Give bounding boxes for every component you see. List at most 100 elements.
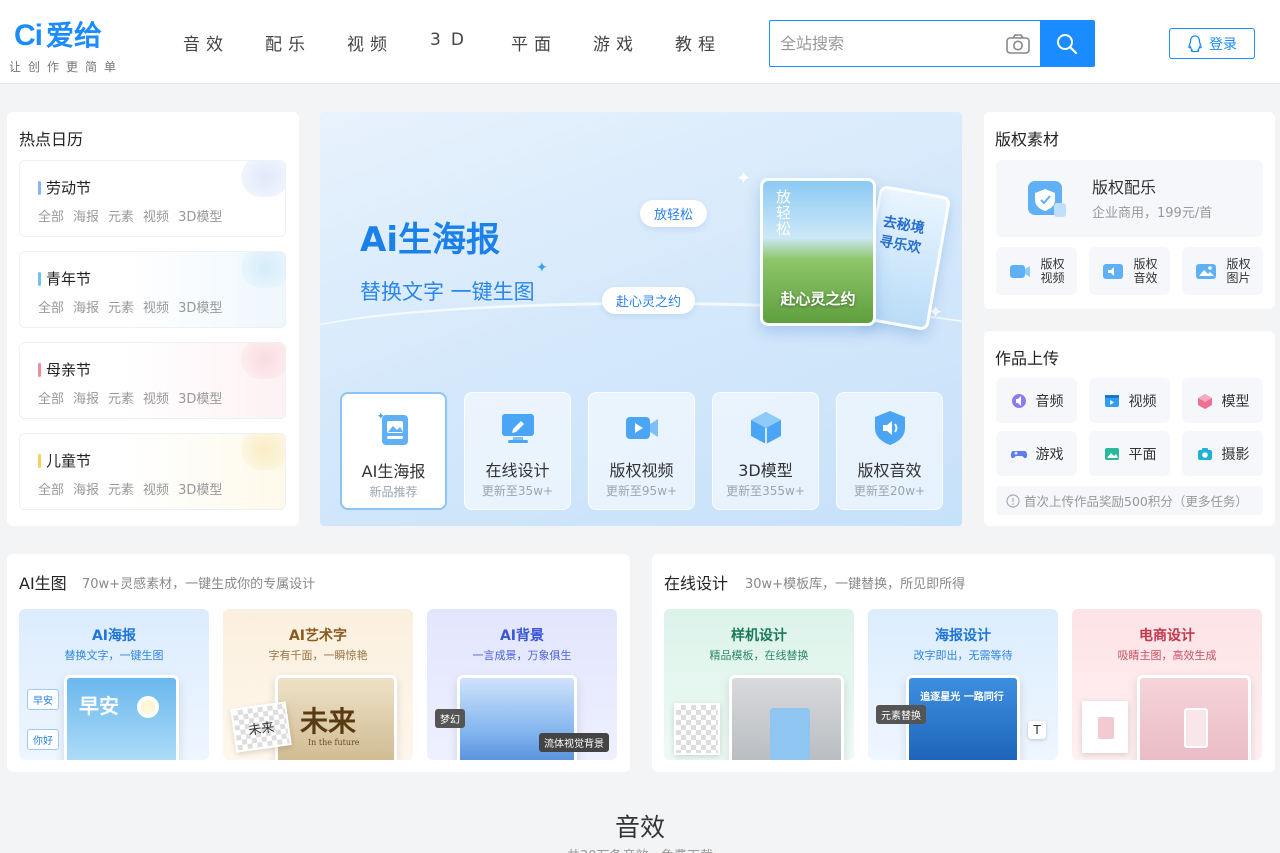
hot-item-name: 青年节 [38, 268, 91, 289]
login-button[interactable]: 登录 [1169, 28, 1255, 59]
hot-link-poster[interactable]: 海报 [73, 297, 99, 316]
hot-link-video[interactable]: 视频 [143, 388, 169, 407]
hot-item-name: 儿童节 [38, 450, 91, 471]
ecommerce-design-card[interactable]: 电商设计 吸睛主图，高效生成 [1072, 609, 1262, 760]
ai-poster-icon: ✦ [377, 412, 408, 445]
copyright-mini-row: 版权视频 版权音效 版权图片 [996, 247, 1263, 295]
nav-graphic[interactable]: 平面 [493, 30, 575, 55]
hot-link-video[interactable]: 视频 [143, 297, 169, 316]
upload-video-button[interactable]: 视频 [1089, 378, 1170, 423]
hot-item-labor-day[interactable]: 劳动节 全部 海报 元素 视频 3D模型 [19, 160, 286, 237]
mockup-design-card[interactable]: 样机设计 精品模板，在线替换 [664, 609, 854, 760]
cube-icon [751, 412, 781, 444]
nav-3d[interactable]: 3D [411, 30, 493, 55]
nav-music[interactable]: 配乐 [247, 30, 329, 55]
hot-link-element[interactable]: 元素 [108, 297, 134, 316]
tile-copyright-sound[interactable]: 版权音效 更新至20w+ [836, 392, 943, 510]
tile-3d-model[interactable]: 3D模型 更新至355w+ [712, 392, 819, 510]
ai-background-tag-2: 流体视觉背景 [539, 733, 609, 752]
camera-icon[interactable] [996, 21, 1040, 66]
card-subtitle: 一言成景，万象俱生 [472, 649, 572, 662]
hot-link-element[interactable]: 元素 [108, 479, 134, 498]
tile-online-design[interactable]: 在线设计 更新至35w+ [464, 392, 571, 510]
hot-link-video[interactable]: 视频 [143, 206, 169, 225]
ai-poster-tag-2: 你好 [27, 729, 59, 750]
ai-art-text-card[interactable]: AI艺术字 字有千面，一瞬惊艳 未来 In the future 未来 [223, 609, 413, 760]
online-design-section: 在线设计 30w+模板库，一键替换，所见即所得 样机设计 精品模板，在线替换 海… [652, 554, 1275, 772]
nav-game[interactable]: 游戏 [575, 30, 657, 55]
hot-link-element[interactable]: 元素 [108, 388, 134, 407]
copyright-sound-button[interactable]: 版权音效 [1089, 247, 1170, 295]
monitor-pen-icon [502, 414, 534, 443]
tile-sub: 更新至35w+ [481, 484, 554, 498]
sound-section-title: 音效 [614, 813, 665, 842]
section-subtitle: 30w+模板库，一键替换，所见即所得 [745, 577, 966, 592]
daisy-icon [137, 696, 159, 718]
search-input[interactable] [770, 21, 996, 66]
banner-subtitle: 替换文字 一键生图 [360, 280, 535, 304]
tile-label: 版权视频 [609, 461, 674, 480]
cube-icon [1197, 393, 1212, 409]
copyright-music-card[interactable]: 版权配乐 企业商用，199元/首 [996, 160, 1263, 237]
card-title: AI海报 [91, 628, 137, 644]
upload-panel: 作品上传 音频 视频 模型 游戏 平面 摄影 首次上传作品奖励500积分（更多任… [984, 331, 1275, 526]
hot-link-3d[interactable]: 3D模型 [178, 388, 222, 407]
copyright-music-title: 版权配乐 [1092, 178, 1157, 197]
poster-caption: 赴心灵之约 [780, 290, 856, 308]
nav-sound[interactable]: 音效 [165, 30, 247, 55]
hot-link-all[interactable]: 全部 [38, 388, 64, 407]
card-title: AI艺术字 [288, 628, 348, 644]
ai-art-tag: 未来 [230, 701, 292, 753]
hero-banner[interactable]: Ai生海报 替换文字 一键生图 放轻松 赴心灵之约 ✦ ✦ ✦ 去秘境 寻乐欢 … [320, 112, 962, 526]
hot-item-youth-day[interactable]: 青年节 全部 海报 元素 视频 3D模型 [19, 251, 286, 328]
main-nav: 音效 配乐 视频 3D 平面 游戏 教程 [165, 30, 739, 55]
tile-sub: 更新至20w+ [853, 484, 926, 498]
upload-row-2: 游戏 平面 摄影 [996, 431, 1263, 476]
copyright-video-button[interactable]: 版权视频 [996, 247, 1077, 295]
upload-photo-button[interactable]: 摄影 [1182, 431, 1263, 476]
hot-item-childrens-day[interactable]: 儿童节 全部 海报 元素 视频 3D模型 [19, 433, 286, 510]
upload-audio-button[interactable]: 音频 [996, 378, 1077, 423]
nav-tutorial[interactable]: 教程 [657, 30, 739, 55]
hot-link-element[interactable]: 元素 [108, 206, 134, 225]
search-button[interactable] [1040, 21, 1094, 66]
shield-sound-icon [875, 411, 905, 445]
upload-graphic-button[interactable]: 平面 [1089, 431, 1170, 476]
upload-model-button[interactable]: 模型 [1182, 378, 1263, 423]
hot-link-video[interactable]: 视频 [143, 479, 169, 498]
card-title: 电商设计 [1139, 628, 1195, 644]
ai-poster-card[interactable]: AI海报 替换文字，一键生图 早安 早安 你好 [19, 609, 209, 760]
hot-item-mothers-day[interactable]: 母亲节 全部 海报 元素 视频 3D模型 [19, 342, 286, 419]
video-icon [1009, 265, 1030, 278]
hot-link-poster[interactable]: 海报 [73, 479, 99, 498]
hot-link-poster[interactable]: 海报 [73, 206, 99, 225]
hot-link-3d[interactable]: 3D模型 [178, 479, 222, 498]
hot-link-all[interactable]: 全部 [38, 297, 64, 316]
upload-label: 摄影 [1221, 446, 1250, 463]
tile-ai-poster[interactable]: ✦ AI生海报 新品推荐 [340, 392, 447, 510]
upload-label: 游戏 [1035, 446, 1064, 463]
tile-label: 在线设计 [485, 461, 550, 480]
tile-copyright-video[interactable]: 版权视频 更新至95w+ [588, 392, 695, 510]
perfume-bottle-icon [1184, 708, 1208, 748]
ai-background-card[interactable]: AI背景 一言成景，万象俱生 梦幻 流体视觉背景 [427, 609, 617, 760]
copyright-music-sub: 企业商用，199元/首 [1092, 206, 1213, 221]
art-text-sub: In the future [308, 738, 360, 747]
upload-reward-tip[interactable]: 首次上传作品奖励500积分（更多任务） [996, 486, 1263, 515]
hot-link-all[interactable]: 全部 [38, 479, 64, 498]
audio-icon [1011, 393, 1026, 408]
logo-name: 爱给 [46, 19, 103, 52]
site-logo[interactable]: Ci 爱给 让创作更简单 [9, 14, 116, 74]
copyright-image-button[interactable]: 版权图片 [1182, 247, 1263, 295]
hot-link-all[interactable]: 全部 [38, 206, 64, 225]
poster-design-card[interactable]: 海报设计 改字即出，无需等待 追逐星光 一路同行 元素替换 T [868, 609, 1058, 760]
hot-link-poster[interactable]: 海报 [73, 388, 99, 407]
gamepad-icon [1010, 450, 1027, 458]
hot-link-3d[interactable]: 3D模型 [178, 297, 222, 316]
hot-link-3d[interactable]: 3D模型 [178, 206, 222, 225]
poster-back-text: 去秘境 寻乐欢 [878, 213, 926, 257]
upload-game-button[interactable]: 游戏 [996, 431, 1077, 476]
nav-video[interactable]: 视频 [329, 30, 411, 55]
shield-music-icon [1028, 181, 1066, 217]
card-title: 海报设计 [935, 628, 991, 644]
